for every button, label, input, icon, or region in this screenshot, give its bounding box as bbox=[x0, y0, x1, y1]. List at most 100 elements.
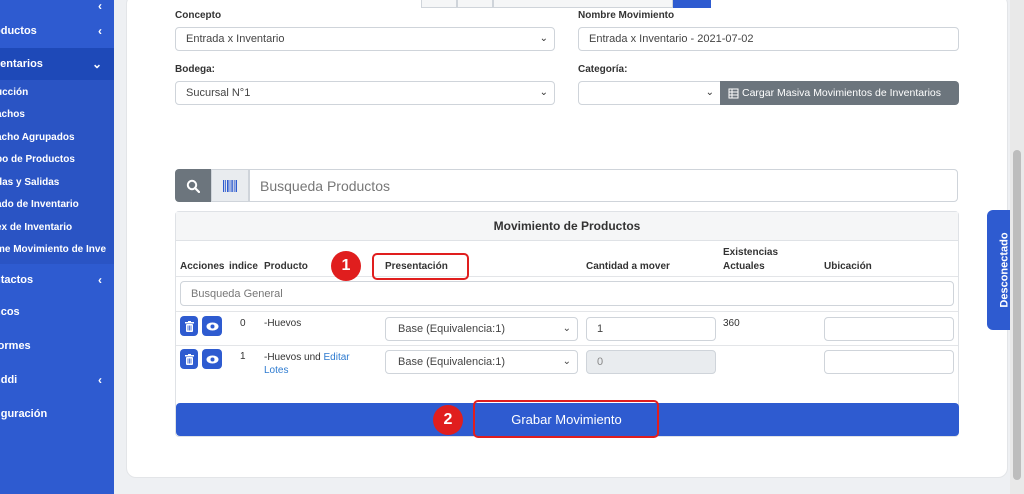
delete-button[interactable] bbox=[180, 316, 198, 336]
sidebar: ‹ oductos ‹ ventarios ⌄ ucción achos ach… bbox=[0, 0, 114, 494]
row-indice: 1 bbox=[240, 351, 246, 362]
barcode-button[interactable] bbox=[211, 169, 249, 202]
editar-lotes-link[interactable]: Editar bbox=[323, 352, 349, 363]
sidebar-subitem-label: me Movimiento de Inve bbox=[0, 243, 107, 255]
toolbar-segment[interactable] bbox=[493, 0, 673, 8]
sidebar-subitem-kardex-inventario[interactable]: ex de Inventario bbox=[0, 216, 114, 238]
nombre-movimiento-input[interactable]: Entrada x Inventario - 2021-07-02 bbox=[578, 27, 959, 51]
sidebar-item-label: oductos bbox=[0, 25, 37, 37]
column-header-existencias-2: Actuales bbox=[723, 261, 765, 272]
sidebar-subitem-label: ucción bbox=[0, 86, 29, 98]
general-search-placeholder: Busqueda General bbox=[191, 287, 283, 300]
chevron-left-icon: ‹ bbox=[98, 24, 102, 38]
cantidad-input[interactable]: 1 bbox=[586, 317, 716, 341]
sidebar-item-label: nddi bbox=[0, 374, 18, 386]
column-header-indice: indice bbox=[229, 261, 258, 272]
view-button[interactable] bbox=[202, 316, 222, 336]
delete-button[interactable] bbox=[180, 349, 198, 369]
eye-icon bbox=[206, 322, 218, 330]
sidebar-item-label: ventarios bbox=[0, 58, 43, 70]
ubicacion-input[interactable] bbox=[824, 350, 954, 374]
general-search-input[interactable]: Busqueda General bbox=[180, 281, 954, 306]
sidebar-subitem-label: po de Productos bbox=[0, 153, 75, 165]
sidebar-item-productos[interactable]: oductos ‹ bbox=[0, 15, 114, 47]
sidebar-subitem-informe-movimiento[interactable]: me Movimiento de Inve bbox=[0, 238, 114, 260]
concepto-select-value: Entrada x Inventario bbox=[186, 33, 285, 45]
chevron-left-icon: ‹ bbox=[98, 373, 102, 387]
sidebar-item-inventarios[interactable]: ventarios ⌄ bbox=[0, 48, 114, 80]
spreadsheet-icon bbox=[728, 88, 739, 98]
cargar-masiva-label: Cargar Masiva Movimientos de Inventarios bbox=[742, 87, 941, 99]
presentacion-highlight-box bbox=[372, 253, 469, 280]
product-search-placeholder: Busqueda Productos bbox=[260, 177, 390, 194]
search-icon bbox=[186, 179, 200, 193]
nombre-movimiento-value: Entrada x Inventario - 2021-07-02 bbox=[589, 33, 754, 45]
sidebar-subitem-label: achos bbox=[0, 108, 25, 120]
product-search-input[interactable]: Busqueda Productos bbox=[249, 169, 958, 202]
panel-title: Movimiento de Productos bbox=[176, 212, 958, 241]
barcode-icon bbox=[223, 179, 237, 192]
presentacion-select[interactable]: Base (Equivalencia:1) ⌄ bbox=[385, 317, 578, 341]
sidebar-subitem-despachos[interactable]: achos bbox=[0, 103, 114, 125]
column-header-acciones: Acciones bbox=[180, 261, 225, 272]
chevron-down-icon: ⌄ bbox=[539, 87, 548, 98]
step-2-badge: 2 bbox=[433, 405, 463, 435]
chevron-down-icon: ⌄ bbox=[562, 323, 571, 334]
chevron-left-icon: ‹ bbox=[98, 273, 102, 287]
column-header-existencias: Existencias bbox=[723, 247, 779, 258]
header-divider bbox=[176, 276, 958, 277]
sidebar-item-nddi[interactable]: nddi ‹ bbox=[0, 364, 114, 396]
concepto-select[interactable]: Entrada x Inventario ⌄ bbox=[175, 27, 555, 51]
categoria-label: Categoría: bbox=[578, 64, 628, 75]
categoria-select[interactable]: ⌄ bbox=[578, 81, 721, 105]
sidebar-subitem-label: ado de Inventario bbox=[0, 198, 79, 210]
page-scrollbar[interactable] bbox=[1010, 0, 1024, 494]
presentacion-select[interactable]: Base (Equivalencia:1) ⌄ bbox=[385, 350, 578, 374]
trash-icon bbox=[184, 353, 194, 365]
sidebar-subitem-label: ex de Inventario bbox=[0, 221, 73, 233]
view-button[interactable] bbox=[202, 349, 222, 369]
sidebar-item-configuracion[interactable]: figuración bbox=[0, 398, 114, 430]
eye-icon bbox=[206, 355, 218, 363]
sidebar-subitem-listado-inventario[interactable]: ado de Inventario bbox=[0, 193, 114, 215]
row-producto: -Huevos bbox=[264, 318, 302, 329]
toolbar-segment-primary[interactable] bbox=[673, 0, 711, 8]
sidebar-item-informes[interactable]: formes bbox=[0, 330, 114, 362]
chevron-down-icon: ⌄ bbox=[91, 57, 102, 71]
editar-lotes-link-2[interactable]: Lotes bbox=[264, 365, 288, 376]
chevron-down-icon: ⌄ bbox=[705, 87, 714, 98]
sidebar-subitem-despacho-agrupados[interactable]: acho Agrupados bbox=[0, 126, 114, 148]
row-divider bbox=[176, 311, 958, 312]
sidebar-item-label: ncos bbox=[0, 306, 20, 318]
column-header-ubicacion: Ubicación bbox=[824, 261, 872, 272]
bodega-select[interactable]: Sucursal N°1 ⌄ bbox=[175, 81, 555, 105]
row-indice: 0 bbox=[240, 318, 246, 329]
cantidad-value: 1 bbox=[597, 323, 604, 335]
cantidad-value: 0 bbox=[597, 356, 604, 368]
row-producto-cell: -Huevos und Editar Lotes bbox=[264, 351, 374, 377]
top-toolbar-stub bbox=[421, 0, 711, 8]
ubicacion-input[interactable] bbox=[824, 317, 954, 341]
toolbar-segment[interactable] bbox=[421, 0, 457, 8]
row-producto: -Huevos und bbox=[264, 352, 321, 363]
sidebar-item-contactos[interactable]: ntactos ‹ bbox=[0, 264, 114, 296]
toolbar-segment[interactable] bbox=[457, 0, 493, 8]
sidebar-item-bancos[interactable]: ncos bbox=[0, 296, 114, 328]
scrollbar-thumb[interactable] bbox=[1013, 150, 1021, 480]
row-divider bbox=[176, 345, 958, 346]
presentacion-value: Base (Equivalencia:1) bbox=[398, 323, 506, 335]
cantidad-input-disabled: 0 bbox=[586, 350, 716, 374]
column-header-producto: Producto bbox=[264, 261, 308, 272]
search-button[interactable] bbox=[175, 169, 211, 202]
bodega-label: Bodega: bbox=[175, 64, 215, 75]
step-1-badge: 1 bbox=[331, 251, 361, 281]
nombre-movimiento-label: Nombre Movimiento bbox=[578, 10, 675, 21]
chevron-down-icon: ⌄ bbox=[562, 356, 571, 367]
cargar-masiva-button[interactable]: Cargar Masiva Movimientos de Inventarios bbox=[720, 81, 959, 105]
sidebar-subitem-label: acho Agrupados bbox=[0, 131, 75, 143]
sidebar-subitem-label: das y Salidas bbox=[0, 176, 60, 188]
sidebar-subitem-produccion[interactable]: ucción bbox=[0, 81, 114, 103]
sidebar-subitem-tipo-productos[interactable]: po de Productos bbox=[0, 148, 114, 170]
sidebar-subitem-entradas-salidas[interactable]: das y Salidas bbox=[0, 171, 114, 193]
chevron-down-icon: ⌄ bbox=[539, 33, 548, 44]
